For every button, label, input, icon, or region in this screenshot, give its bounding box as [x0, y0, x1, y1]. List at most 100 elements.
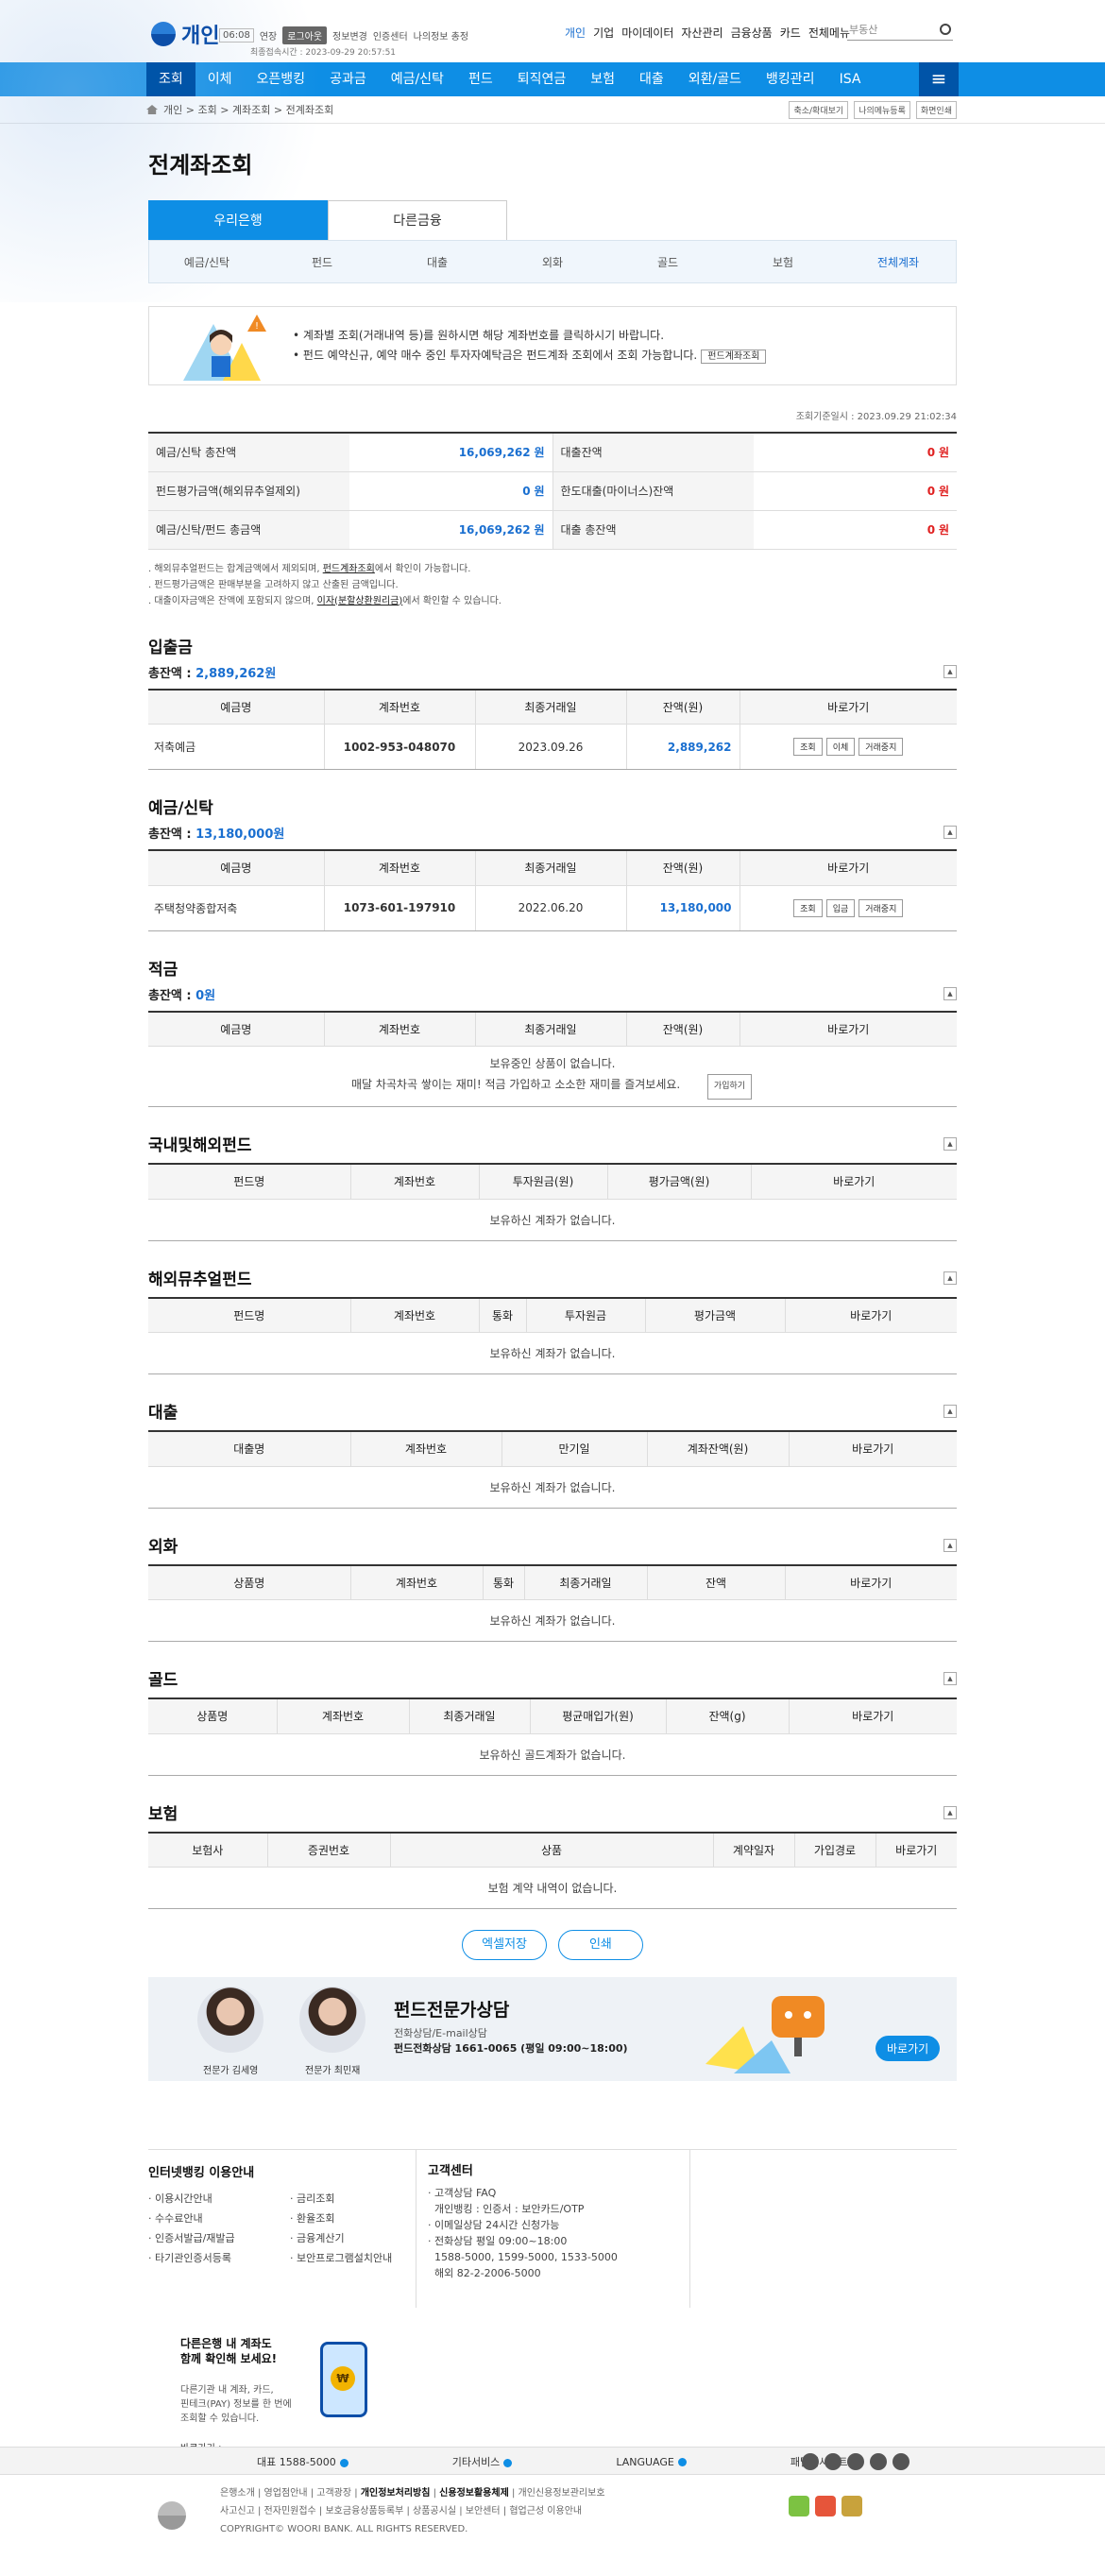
instagram-icon[interactable] [824, 2453, 842, 2470]
subtab-all[interactable]: 전체계좌 [841, 254, 956, 270]
legal-link[interactable]: 사고신고 [220, 2506, 255, 2516]
gnav-asset[interactable]: 자산관리 [681, 25, 722, 41]
ib-link[interactable]: · 타기관인증서등록 [148, 2248, 290, 2268]
gnav-products[interactable]: 금융상품 [731, 25, 773, 41]
ib-link[interactable]: · 금융계산기 [290, 2228, 413, 2248]
ib-link[interactable]: · 이용시간안내 [148, 2189, 290, 2209]
collapse-toggle-icon[interactable]: ▲ [944, 1672, 957, 1685]
nav-transfer[interactable]: 이체 [196, 62, 245, 96]
tab-woori[interactable]: 우리은행 [148, 200, 328, 240]
blog-icon[interactable] [847, 2453, 864, 2470]
print-screen-button[interactable]: 화면인쇄 [915, 101, 957, 119]
collapse-toggle-icon[interactable]: ▲ [944, 1271, 957, 1285]
nav-loan[interactable]: 대출 [627, 62, 676, 96]
collapse-toggle-icon[interactable]: ▲ [944, 1538, 957, 1552]
facebook-icon[interactable] [802, 2453, 819, 2470]
tab-other[interactable]: 다른금융 [328, 200, 507, 240]
subtab-deposit[interactable]: 예금/신탁 [149, 254, 264, 270]
search-input[interactable]: 부동산 [847, 22, 953, 41]
nav-fund[interactable]: 펀드 [456, 62, 505, 96]
footer-language[interactable]: LANGUAGE [564, 2456, 687, 2468]
legal-link[interactable]: 보호금융상품등록부 [325, 2506, 403, 2516]
ib-link[interactable]: · 인증서발급/재발급 [148, 2228, 290, 2248]
collapse-toggle-icon[interactable]: ▲ [944, 1805, 957, 1819]
transfer-button[interactable]: 이체 [825, 738, 856, 756]
nav-insurance[interactable]: 보험 [578, 62, 627, 96]
search-icon[interactable] [940, 24, 951, 35]
gnav-mydata[interactable]: 마이데이터 [621, 25, 673, 41]
footer-rep-phone[interactable]: 대표 1588-5000 [205, 2454, 348, 2469]
suspend-button[interactable]: 거래중지 [858, 738, 904, 756]
home-icon[interactable] [146, 105, 158, 114]
banner-go-button[interactable]: 바로가기 [876, 2036, 941, 2061]
legal-link[interactable]: 전자민원접수 [264, 2506, 316, 2516]
legal-link[interactable]: 보안센터 [466, 2506, 501, 2516]
nav-isa[interactable]: ISA [827, 62, 874, 96]
crumb-3[interactable]: 계좌조회 [232, 102, 270, 117]
suspend-button[interactable]: 거래중지 [858, 898, 904, 917]
logout-button[interactable]: 로그아웃 [282, 26, 328, 44]
cc-line[interactable]: · 고객상담 FAQ [428, 2185, 689, 2201]
gnav-card[interactable]: 카드 [780, 25, 801, 41]
util-link-profile[interactable]: 정보변경 [332, 28, 367, 43]
subtab-fund[interactable]: 펀드 [264, 254, 380, 270]
nav-utility-bills[interactable]: 공과금 [317, 62, 379, 96]
add-mymenu-button[interactable]: 나의메뉴등록 [854, 101, 910, 119]
legal-link[interactable]: 신용정보활용체제 [439, 2488, 509, 2499]
hamburger-menu-icon[interactable]: ≡ [919, 62, 959, 96]
legal-link[interactable]: 개인정보처리방침 [361, 2488, 431, 2499]
gnav-allmenu[interactable]: 전체메뉴 [808, 25, 850, 41]
account-number-link[interactable]: 1073-601-197910 [324, 885, 476, 931]
nav-openbanking[interactable]: 오픈뱅킹 [245, 62, 318, 96]
crumb-2[interactable]: 조회 [197, 102, 216, 117]
interest-link[interactable]: 이자(분할상환원리금) [317, 596, 403, 606]
nav-forex-gold[interactable]: 외환/골드 [676, 62, 754, 96]
legal-link[interactable]: 상품공시실 [413, 2506, 456, 2516]
nav-deposit[interactable]: 예금/신탁 [379, 62, 456, 96]
nav-pension[interactable]: 퇴직연금 [505, 62, 579, 96]
collapse-toggle-icon[interactable]: ▲ [944, 1405, 957, 1418]
excel-save-button[interactable]: 엑셀저장 [462, 1930, 548, 1960]
join-button[interactable]: 가입하기 [706, 1073, 753, 1100]
subtab-gold[interactable]: 골드 [610, 254, 725, 270]
brand[interactable]: 개인 [151, 19, 219, 49]
footer-other-services[interactable]: 기타서비스 [400, 2454, 513, 2469]
inquiry-button[interactable]: 조회 [793, 898, 823, 917]
legal-link[interactable]: 영업점안내 [264, 2488, 308, 2499]
extend-button[interactable]: 연장 [260, 28, 277, 43]
subtab-forex[interactable]: 외화 [495, 254, 610, 270]
youtube-icon[interactable] [870, 2453, 887, 2470]
ib-link[interactable]: · 보안프로그램설치안내 [290, 2248, 413, 2268]
util-link-myinfo[interactable]: 나의정보 총정 [414, 28, 468, 43]
subtab-insurance[interactable]: 보험 [725, 254, 841, 270]
play-icon[interactable] [892, 2453, 910, 2470]
fund-expert-banner[interactable]: 전문가 김세영 전문가 최민재 펀드전문가상담 전화상담/E-mail상담 펀드전… [148, 1977, 957, 2081]
crumb-1[interactable]: 개인 [163, 102, 182, 117]
collapse-toggle-icon[interactable]: ▲ [944, 826, 957, 839]
ib-link[interactable]: · 수수료안내 [148, 2209, 290, 2228]
ib-link[interactable]: · 환율조회 [290, 2209, 413, 2228]
legal-link[interactable]: 은행소개 [220, 2488, 255, 2499]
cc-line[interactable]: · 이메일상담 24시간 신청가능 [428, 2217, 689, 2233]
inquiry-button[interactable]: 조회 [793, 738, 823, 756]
ib-link[interactable]: · 금리조회 [290, 2189, 413, 2209]
gnav-corporate[interactable]: 기업 [593, 25, 614, 41]
print-button[interactable]: 인쇄 [557, 1930, 643, 1960]
nav-banking-mgmt[interactable]: 뱅킹관리 [754, 62, 827, 96]
collapse-toggle-icon[interactable]: ▲ [944, 1137, 957, 1151]
subtab-loan[interactable]: 대출 [380, 254, 495, 270]
gnav-personal[interactable]: 개인 [565, 25, 586, 41]
legal-link[interactable]: 고객광장 [316, 2488, 351, 2499]
nav-inquiry[interactable]: 조회 [146, 62, 196, 96]
account-number-link[interactable]: 1002-953-048070 [324, 724, 476, 770]
collapse-toggle-icon[interactable]: ▲ [944, 664, 957, 678]
legal-link[interactable]: 협업근성 이용안내 [509, 2506, 582, 2516]
notice-box: ! • 계좌별 조회(거래내역 등)를 원하시면 해당 계좌번호를 클릭하시기 … [148, 306, 957, 385]
legal-link[interactable]: 개인신용정보관리보호 [518, 2488, 605, 2499]
zoom-button[interactable]: 축소/확대보기 [789, 101, 849, 119]
fund-inquiry-link[interactable]: 펀드계좌조회 [323, 564, 375, 574]
fund-account-inquiry-button[interactable]: 펀드계좌조회 [701, 350, 767, 364]
collapse-toggle-icon[interactable]: ▲ [944, 986, 957, 1000]
util-link-cert[interactable]: 인증센터 [373, 28, 408, 43]
deposit-button[interactable]: 입금 [825, 898, 856, 917]
